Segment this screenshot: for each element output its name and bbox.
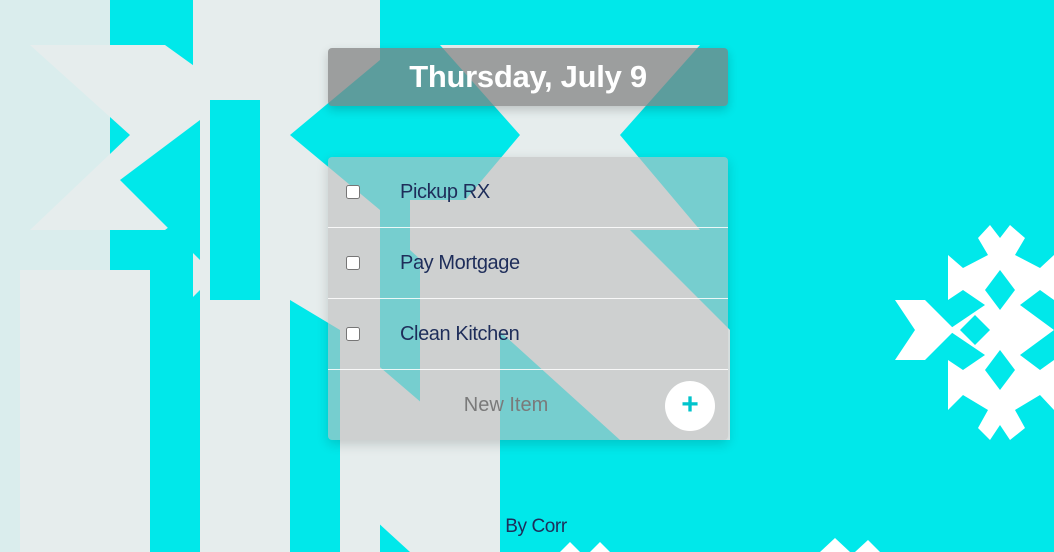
todo-label: Pay Mortgage bbox=[400, 251, 520, 274]
new-item-input[interactable] bbox=[328, 370, 684, 440]
new-item-row: + bbox=[328, 370, 728, 440]
todo-list-card: Pickup RX Pay Mortgage Clean Kitchen + bbox=[328, 157, 728, 440]
todo-checkbox[interactable] bbox=[346, 327, 360, 341]
date-header: Thursday, July 9 bbox=[328, 48, 728, 106]
todo-checkbox[interactable] bbox=[346, 256, 360, 270]
plus-icon: + bbox=[681, 387, 699, 421]
todo-item: Pickup RX bbox=[328, 157, 728, 228]
todo-label: Pickup RX bbox=[400, 180, 490, 203]
add-item-button[interactable]: + bbox=[665, 381, 715, 431]
todo-item: Clean Kitchen bbox=[328, 299, 728, 370]
todo-item: Pay Mortgage bbox=[328, 228, 728, 299]
date-title: Thursday, July 9 bbox=[409, 59, 647, 94]
todo-checkbox[interactable] bbox=[346, 185, 360, 199]
todo-label: Clean Kitchen bbox=[400, 322, 520, 345]
footer-credit: By Corr bbox=[505, 516, 567, 537]
